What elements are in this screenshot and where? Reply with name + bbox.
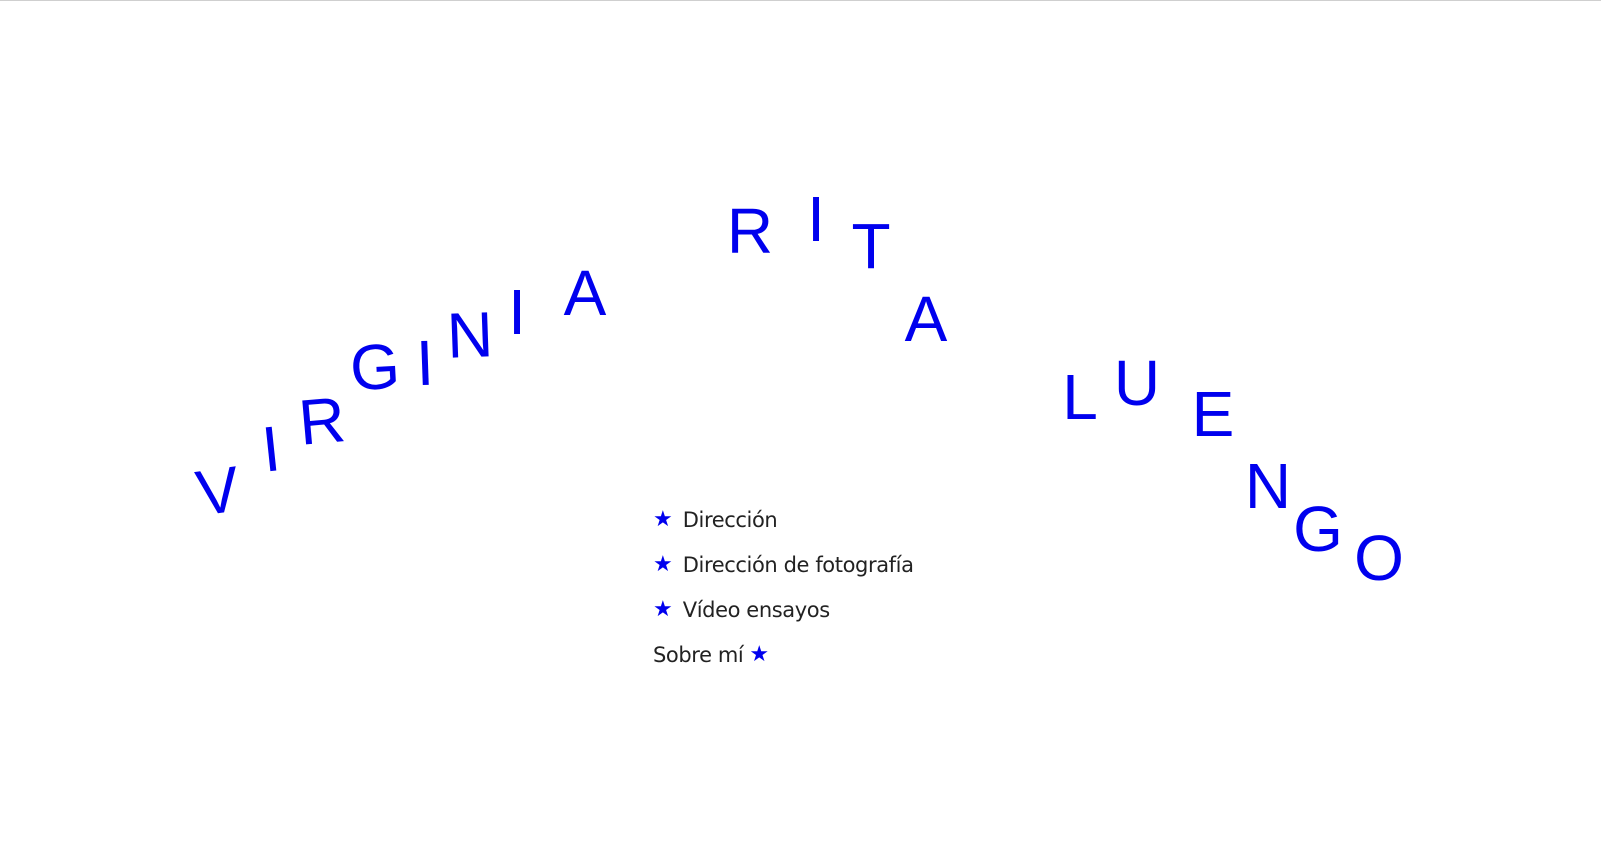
main-menu: ★ Dirección ★ Dirección de fotografía ★ … — [653, 497, 973, 677]
title-letter: E — [1191, 378, 1235, 450]
title-letter: I — [807, 183, 825, 255]
title-letter: N — [445, 298, 495, 372]
title-letter: U — [1113, 347, 1161, 419]
title-letter: I — [414, 326, 436, 400]
title-letter: A — [904, 283, 948, 355]
title-letter: I — [508, 276, 526, 348]
menu-item-direccion[interactable]: ★ Dirección — [653, 497, 973, 542]
star-icon: ★ — [653, 507, 673, 532]
site-title-arc: VIRGINIARITALUENGO — [0, 1, 1601, 866]
title-letter: G — [1293, 493, 1343, 565]
star-icon: ★ — [653, 552, 673, 577]
title-letter: R — [295, 383, 349, 459]
menu-item-direccion-fotografia[interactable]: ★ Dirección de fotografía — [653, 542, 973, 587]
menu-item-label: Sobre mí — [653, 642, 744, 667]
menu-item-label: Vídeo ensayos — [682, 597, 830, 622]
title-letter: T — [851, 210, 891, 282]
star-icon: ★ — [653, 597, 673, 622]
title-letter: G — [348, 329, 402, 405]
title-letter: I — [258, 412, 284, 486]
menu-item-label: Dirección — [682, 507, 778, 532]
title-letter: A — [563, 257, 607, 329]
menu-item-label: Dirección de fotografía — [682, 552, 914, 577]
title-letter: L — [1062, 361, 1098, 433]
title-letter: O — [1354, 522, 1404, 594]
title-letter: V — [191, 452, 245, 530]
title-letter: N — [1244, 450, 1292, 522]
star-icon: ★ — [749, 642, 770, 667]
menu-item-video-ensayos[interactable]: ★ Vídeo ensayos — [653, 587, 973, 632]
menu-item-sobre-mi[interactable]: Sobre mí ★ — [653, 632, 973, 677]
title-letter: R — [726, 195, 774, 267]
